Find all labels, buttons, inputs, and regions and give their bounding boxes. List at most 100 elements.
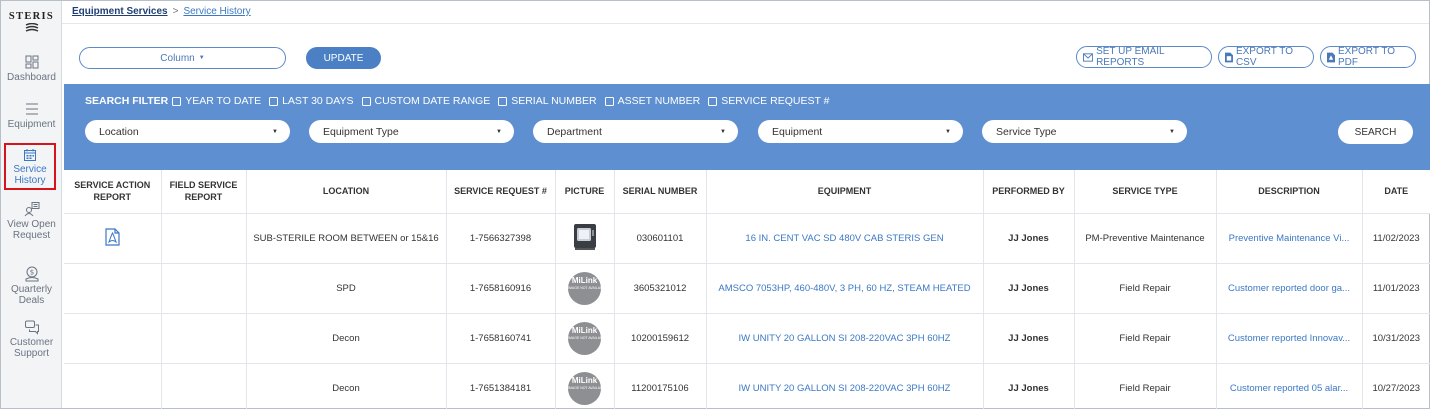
column-header[interactable]: SERIAL NUMBER bbox=[614, 170, 707, 214]
caret-down-icon: ▼ bbox=[945, 128, 951, 135]
service-action-report-cell bbox=[64, 313, 162, 364]
service-type-cell: Field Repair bbox=[1074, 313, 1217, 364]
table-row[interactable]: Decon 1-7651384181 MiLink IMAGE NOT AVAIL… bbox=[64, 363, 1430, 409]
year-to-date-checkbox[interactable]: YEAR TO DATE bbox=[172, 95, 261, 107]
chat-icon bbox=[24, 320, 39, 335]
sidebar-item-equipment[interactable]: Equipment bbox=[1, 101, 62, 130]
service-action-report-cell bbox=[64, 213, 162, 264]
search-button[interactable]: SEARCH bbox=[1338, 120, 1413, 144]
breadcrumb-service-history-link[interactable]: Service History bbox=[183, 6, 250, 17]
custom-date-range-checkbox[interactable]: CUSTOM DATE RANGE bbox=[361, 95, 491, 107]
checkbox-box[interactable] bbox=[708, 96, 718, 106]
column-header[interactable]: SERVICE TYPE bbox=[1074, 170, 1217, 214]
checkbox-label: SERIAL NUMBER bbox=[511, 95, 597, 107]
sidebar-item-label: View Open Request bbox=[7, 219, 56, 241]
service-request-cell: 1-7566327398 bbox=[446, 213, 556, 264]
breadcrumb-equipment-services-link[interactable]: Equipment Services bbox=[72, 6, 168, 17]
date-cell: 11/02/2023 bbox=[1362, 213, 1430, 264]
update-button-label: UPDATE bbox=[323, 52, 364, 64]
service-request-cell: 1-7658160916 bbox=[446, 263, 556, 314]
column-header[interactable]: DESCRIPTION bbox=[1216, 170, 1363, 214]
dropdown-value: Equipment bbox=[772, 125, 823, 138]
description-link[interactable]: Preventive Maintenance Vi... bbox=[1216, 213, 1363, 264]
equipment-photo[interactable] bbox=[572, 222, 598, 252]
equipment-link[interactable]: 16 IN. CENT VAC SD 480V CAB STERIS GEN bbox=[706, 213, 984, 264]
dropdown-value: Service Type bbox=[996, 125, 1057, 138]
image-not-available-placeholder[interactable]: MiLink IMAGE NOT AVAILABLE bbox=[568, 271, 607, 305]
export-to-csv-button[interactable]: EXPORT TO CSV bbox=[1218, 46, 1314, 68]
dashboard-icon bbox=[25, 55, 38, 69]
checkbox-box[interactable] bbox=[172, 96, 182, 106]
service-type-cell: Field Repair bbox=[1074, 363, 1217, 409]
serial-number-cell: 3605321012 bbox=[614, 263, 707, 314]
sidebar-item-label: Dashboard bbox=[7, 72, 56, 83]
table-row[interactable]: SUB-STERILE ROOM BETWEEN or 15&16 1-7566… bbox=[64, 213, 1430, 264]
equipment-link[interactable]: IW UNITY 20 GALLON SI 208-220VAC 3PH 60H… bbox=[706, 363, 984, 409]
description-link[interactable]: Customer reported door ga... bbox=[1216, 263, 1363, 314]
placeholder-title: MiLink bbox=[571, 325, 598, 335]
sidebar-item-quarterly-deals[interactable]: $ Quarterly Deals bbox=[1, 266, 62, 306]
sidebar: STERIS Dashboard Equipment Service Histo… bbox=[1, 1, 62, 408]
picture-cell: MiLink IMAGE NOT AVAILABLE bbox=[555, 263, 615, 314]
sidebar-item-label: Quarterly Deals bbox=[10, 284, 53, 306]
column-header[interactable]: PERFORMED BY bbox=[983, 170, 1075, 214]
asset-number-checkbox[interactable]: ASSET NUMBER bbox=[604, 95, 700, 107]
search-button-label: SEARCH bbox=[1354, 126, 1397, 138]
column-select-value: Column bbox=[160, 52, 195, 64]
search-filter-title: SEARCH FILTER bbox=[85, 95, 169, 107]
dropdown-value: Location bbox=[99, 125, 139, 138]
image-not-available-placeholder[interactable]: MiLink IMAGE NOT AVAILABLE bbox=[568, 321, 607, 355]
sidebar-item-view-open-request[interactable]: View Open Request bbox=[1, 201, 62, 241]
service-action-report-cell bbox=[64, 263, 162, 314]
export-to-pdf-button[interactable]: EXPORT TO PDF bbox=[1320, 46, 1416, 68]
export-csv-label: EXPORT TO CSV bbox=[1235, 46, 1294, 68]
serial-number-cell: 10200159612 bbox=[614, 313, 707, 364]
checkbox-label: CUSTOM DATE RANGE bbox=[374, 95, 491, 107]
checkbox-box[interactable] bbox=[604, 96, 614, 106]
equipment-dropdown[interactable]: Equipment ▼ bbox=[758, 120, 963, 143]
column-header[interactable]: PICTURE bbox=[555, 170, 615, 214]
column-header[interactable]: SERVICE REQUEST # bbox=[446, 170, 556, 214]
location-cell: Decon bbox=[246, 363, 447, 409]
description-link[interactable]: Customer reported 05 alar... bbox=[1216, 363, 1363, 409]
filter-checkbox-row: SEARCH FILTER YEAR TO DATE LAST 30 DAYS … bbox=[85, 95, 837, 107]
set-up-email-reports-button[interactable]: SET UP EMAIL REPORTS bbox=[1076, 46, 1212, 68]
table-header-row: SERVICE ACTION REPORT FIELD SERVICE REPO… bbox=[64, 170, 1430, 214]
pdf-document-icon[interactable] bbox=[105, 227, 120, 246]
checkbox-box[interactable] bbox=[498, 96, 508, 106]
last-30-days-checkbox[interactable]: LAST 30 DAYS bbox=[269, 95, 354, 107]
image-not-available-placeholder[interactable]: MiLink IMAGE NOT AVAILABLE bbox=[568, 371, 607, 405]
field-service-report-cell bbox=[161, 313, 247, 364]
column-header[interactable]: FIELD SERVICE REPORT bbox=[161, 170, 247, 214]
equipment-link[interactable]: AMSCO 7053HP, 460-480V, 3 PH, 60 HZ, STE… bbox=[706, 263, 984, 314]
column-select[interactable]: Column ▼ bbox=[79, 47, 286, 69]
location-dropdown[interactable]: Location ▼ bbox=[85, 120, 290, 143]
column-header[interactable]: SERVICE ACTION REPORT bbox=[64, 170, 162, 214]
sidebar-item-service-history[interactable]: Service History bbox=[4, 143, 56, 190]
service-type-dropdown[interactable]: Service Type ▼ bbox=[982, 120, 1187, 143]
location-cell: Decon bbox=[246, 313, 447, 364]
serial-number-checkbox[interactable]: SERIAL NUMBER bbox=[498, 95, 597, 107]
service-request-checkbox[interactable]: SERVICE REQUEST # bbox=[708, 95, 829, 107]
equipment-link[interactable]: IW UNITY 20 GALLON SI 208-220VAC 3PH 60H… bbox=[706, 313, 984, 364]
description-link[interactable]: Customer reported Innovav... bbox=[1216, 313, 1363, 364]
service-request-cell: 1-7651384181 bbox=[446, 363, 556, 409]
picture-cell: MiLink IMAGE NOT AVAILABLE bbox=[555, 313, 615, 364]
checkbox-box[interactable] bbox=[361, 96, 371, 106]
checkbox-label: YEAR TO DATE bbox=[185, 95, 262, 107]
equipment-type-dropdown[interactable]: Equipment Type ▼ bbox=[309, 120, 514, 143]
checkbox-box[interactable] bbox=[269, 96, 279, 106]
table-row[interactable]: Decon 1-7658160741 MiLink IMAGE NOT AVAIL… bbox=[64, 313, 1430, 364]
performed-by-cell: JJ Jones bbox=[983, 313, 1075, 364]
table-row[interactable]: SPD 1-7658160916 MiLink IMAGE NOT AVAILAB… bbox=[64, 263, 1430, 314]
sidebar-item-customer-support[interactable]: Customer Support bbox=[1, 319, 62, 359]
steris-logo[interactable]: STERIS bbox=[1, 11, 62, 32]
department-dropdown[interactable]: Department ▼ bbox=[533, 120, 738, 143]
update-button[interactable]: UPDATE bbox=[306, 47, 381, 69]
sidebar-item-label: Equipment bbox=[7, 119, 56, 130]
header-divider bbox=[62, 23, 1429, 24]
column-header[interactable]: DATE bbox=[1362, 170, 1430, 214]
column-header[interactable]: LOCATION bbox=[246, 170, 447, 214]
column-header[interactable]: EQUIPMENT bbox=[706, 170, 984, 214]
sidebar-item-dashboard[interactable]: Dashboard bbox=[1, 54, 62, 83]
